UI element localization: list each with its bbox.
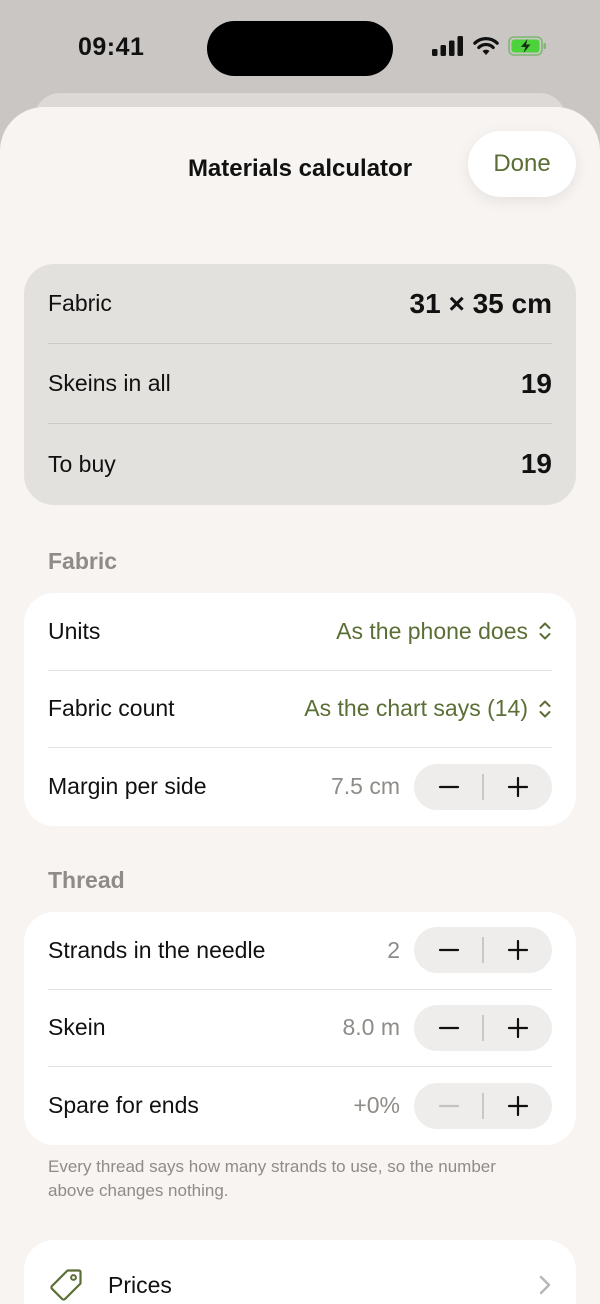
status-time: 09:41 — [78, 33, 145, 61]
summary-row-fabric: Fabric 31 × 35 cm — [48, 264, 552, 344]
summary-to-buy-value: 19 — [520, 448, 552, 479]
fabric-count-row[interactable]: Fabric count As the chart says (14) — [48, 671, 552, 748]
strands-stepper-group: 2 — [387, 927, 552, 974]
tag-icon — [50, 1269, 82, 1301]
wifi-icon — [473, 37, 499, 55]
spare-label: Spare for ends — [48, 1092, 199, 1119]
strands-row: Strands in the needle 2 — [48, 912, 552, 990]
plus-icon — [507, 776, 528, 797]
minus-icon — [438, 1104, 459, 1107]
margin-value: 7.5 cm — [330, 773, 400, 800]
units-label: Units — [48, 617, 101, 644]
minus-icon — [438, 785, 459, 788]
done-button[interactable]: Done — [468, 131, 576, 197]
thread-card: Strands in the needle 2 Skein 8.0 m Spar… — [24, 912, 576, 1145]
plus-icon — [507, 1095, 528, 1116]
fabric-count-select[interactable]: As the chart says (14) — [304, 695, 552, 722]
margin-increment-button[interactable] — [483, 764, 552, 810]
prices-label: Prices — [108, 1271, 172, 1298]
thread-footnote: Every thread says how many strands to us… — [48, 1157, 496, 1200]
units-row[interactable]: Units As the phone does — [48, 593, 552, 671]
margin-stepper-group: 7.5 cm — [330, 763, 552, 810]
spare-decrement-button[interactable] — [414, 1083, 483, 1129]
strands-decrement-button[interactable] — [414, 927, 483, 973]
summary-skeins-label: Skeins in all — [48, 370, 171, 396]
summary-fabric-value: 31 × 35 cm — [409, 287, 552, 319]
stepper-divider — [482, 1014, 484, 1041]
thread-section-title: Thread — [48, 867, 125, 893]
units-select[interactable]: As the phone does — [336, 618, 552, 645]
summary-to-buy-label: To buy — [48, 450, 116, 477]
strands-increment-button[interactable] — [483, 927, 552, 973]
chevron-up-down-icon — [539, 622, 551, 640]
chevron-right-icon — [539, 1275, 551, 1295]
skein-stepper — [414, 1004, 552, 1051]
margin-stepper — [414, 763, 552, 810]
strands-stepper — [414, 927, 552, 974]
stepper-divider — [482, 1092, 484, 1119]
status-bar: 09:41 — [0, 0, 600, 96]
fabric-section-title: Fabric — [48, 548, 118, 574]
dynamic-island — [207, 21, 393, 76]
stepper-divider — [482, 773, 484, 800]
signal-icon — [432, 36, 463, 56]
spare-value: +0% — [353, 1092, 400, 1119]
spare-stepper-group: +0% — [353, 1082, 552, 1129]
spare-row: Spare for ends +0% — [48, 1067, 552, 1145]
minus-icon — [438, 949, 459, 952]
skein-decrement-button[interactable] — [414, 1005, 483, 1051]
fabric-count-label: Fabric count — [48, 695, 175, 722]
stepper-divider — [482, 937, 484, 964]
summary-fabric-label: Fabric — [48, 290, 112, 316]
summary-card: Fabric 31 × 35 cm Skeins in all 19 To bu… — [24, 264, 576, 505]
skein-increment-button[interactable] — [483, 1005, 552, 1051]
minus-icon — [438, 1026, 459, 1029]
prices-row[interactable]: Prices — [24, 1240, 576, 1304]
battery-charging-icon — [508, 36, 546, 56]
strands-label: Strands in the needle — [48, 936, 266, 963]
fabric-card: Units As the phone does Fabric count As … — [24, 593, 576, 826]
summary-row-skeins: Skeins in all 19 — [48, 344, 552, 424]
spare-stepper — [414, 1082, 552, 1129]
skein-value: 8.0 m — [342, 1014, 400, 1041]
units-value: As the phone does — [336, 617, 528, 644]
margin-row: Margin per side 7.5 cm — [48, 748, 552, 826]
summary-row-to-buy: To buy 19 — [48, 424, 552, 504]
skein-label: Skein — [48, 1014, 106, 1041]
materials-sheet: Materials calculator Done Fabric 31 × 35… — [0, 107, 600, 1304]
spare-increment-button[interactable] — [483, 1083, 552, 1129]
margin-decrement-button[interactable] — [414, 764, 483, 810]
fabric-count-value: As the chart says (14) — [304, 695, 528, 722]
strands-value: 2 — [387, 936, 400, 963]
skein-stepper-group: 8.0 m — [342, 1004, 552, 1051]
chevron-up-down-icon — [539, 700, 551, 718]
status-icons — [432, 36, 548, 56]
skein-row: Skein 8.0 m — [48, 990, 552, 1067]
margin-label: Margin per side — [48, 773, 207, 800]
plus-icon — [507, 940, 528, 961]
plus-icon — [507, 1017, 528, 1038]
summary-skeins-value: 19 — [520, 367, 552, 399]
